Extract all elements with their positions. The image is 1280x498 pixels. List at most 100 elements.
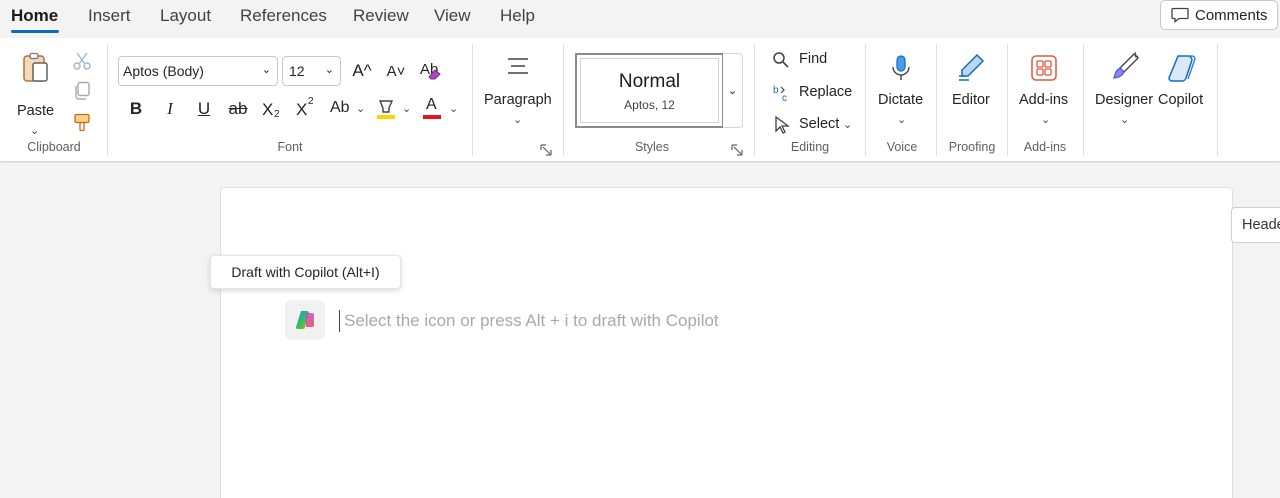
add-ins-button[interactable]: Add-ins ⌄ [1014,50,1076,132]
strikethrough-button[interactable]: ab [225,96,251,122]
subscript-button[interactable]: X 2 [260,96,286,122]
bold-button[interactable]: B [124,96,148,122]
header-side-tab[interactable]: Heade [1231,207,1280,243]
separator [107,44,108,156]
separator [754,44,755,156]
superscript-letter: X [296,100,308,119]
add-ins-group-label: Add-ins [1023,140,1067,154]
font-name-dropdown[interactable]: Aptos (Body) ⌄ [118,56,278,86]
editing-group-label: Editing [790,140,830,154]
paste-icon [23,52,48,82]
tab-layout[interactable]: Layout [160,6,211,26]
svg-text:b: b [773,85,779,96]
change-case-button[interactable]: Ab ⌄ [328,96,368,122]
superscript-mark: 2 [308,96,314,107]
editor-pen-icon [959,53,985,81]
replace-label: Replace [799,84,853,100]
tab-references[interactable]: References [240,6,327,26]
font-size-value: 12 [289,63,305,79]
tab-review[interactable]: Review [353,6,409,26]
grow-font-button[interactable]: A^ [348,58,376,84]
chevron-down-icon: ⌄ [356,103,366,115]
tab-view[interactable]: View [434,6,471,26]
font-name-value: Aptos (Body) [123,63,204,79]
find-label: Find [799,51,828,67]
comments-button[interactable]: Comments [1160,0,1278,30]
microphone-icon [892,55,910,80]
chevron-down-icon: ⌄ [897,114,907,126]
proofing-group-label: Proofing [948,140,996,154]
styles-group-label: Styles [634,140,670,154]
chevron-down-icon: ⌄ [1041,114,1051,126]
separator [936,44,937,156]
separator [563,44,564,156]
styles-dialog-launcher-icon[interactable] [731,144,743,156]
tab-insert[interactable]: Insert [88,6,131,26]
ribbon: Paste ⌄ Clipboard Aptos (Body) ⌄ 12 ⌄ A^ [0,38,1280,162]
separator [1217,44,1218,156]
draft-with-copilot-button[interactable] [285,300,325,340]
font-color-letter: A [426,96,437,113]
comment-icon [1171,7,1189,23]
format-painter-icon[interactable] [73,113,91,133]
select-button[interactable]: Select ⌄ [770,113,860,137]
paste-label: Paste [17,103,55,119]
separator [865,44,866,156]
cursor-arrow-icon [775,116,790,134]
chevron-down-icon: ⌄ [324,64,334,76]
designer-label: Designer [1095,92,1154,108]
italic-button[interactable]: I [158,96,182,122]
editor-button[interactable]: Editor [946,50,998,120]
chevron-down-icon: ⌄ [1120,114,1130,126]
paste-button[interactable]: Paste ⌄ [16,50,55,137]
style-name: Normal [618,71,681,92]
underline-button[interactable]: U [192,96,216,122]
shrink-font-button[interactable]: A˅ [382,58,410,84]
dictate-button[interactable]: Dictate ⌄ [873,50,929,132]
copilot-label: Copilot [1158,92,1204,108]
paste-chevron-down-icon: ⌄ [30,125,40,137]
designer-brush-icon [1113,52,1139,79]
eraser-icon [428,69,441,80]
replace-button[interactable]: b c Replace [770,81,860,105]
cut-icon[interactable] [72,51,92,71]
paragraph-button[interactable]: Paragraph ⌄ [480,52,556,132]
clipboard-group-label: Clipboard [27,140,81,154]
copilot-tooltip: Draft with Copilot (Alt+I) [210,255,401,289]
select-label: Select [799,116,840,132]
separator [472,44,473,156]
copy-icon[interactable] [73,81,91,101]
styles-gallery-more-button[interactable]: ⌄ [723,53,743,128]
font-size-dropdown[interactable]: 12 ⌄ [282,56,341,86]
copilot-button[interactable]: Copilot [1156,50,1210,120]
chevron-down-icon: ⌄ [449,103,459,115]
clear-formatting-button[interactable]: Ab [416,58,444,84]
voice-group-label: Voice [886,140,918,154]
separator [1083,44,1084,156]
superscript-button[interactable]: X 2 [294,96,320,122]
chevron-down-icon: ⌄ [402,103,412,115]
find-button[interactable]: Find [770,48,860,72]
paragraph-label: Paragraph [484,92,552,108]
document-page[interactable] [220,187,1233,498]
search-icon [773,52,789,68]
paragraph-dialog-launcher-icon[interactable] [540,144,552,156]
style-detail: Aptos, 12 [624,98,675,112]
svg-text:c: c [782,93,787,103]
menu-bar: Home Insert Layout References Review Vie… [0,0,1280,36]
designer-button[interactable]: Designer ⌄ [1092,50,1158,132]
font-color-button[interactable]: A ⌄ [421,96,461,122]
chevron-down-icon: ⌄ [513,114,523,126]
style-normal[interactable]: Normal Aptos, 12 [575,53,724,128]
change-case-letters: Ab [330,99,350,116]
text-cursor [339,310,340,332]
tab-home[interactable]: Home [11,6,58,26]
tab-help[interactable]: Help [500,6,535,26]
add-ins-grid-icon [1031,55,1057,81]
comments-label: Comments [1195,6,1268,24]
paragraph-icon [508,58,528,74]
font-group-label: Font [277,140,303,154]
highlight-color-button[interactable]: ⌄ [374,96,414,122]
document-canvas: Heade Draft with Copilot (Alt+I) Select … [0,163,1280,498]
copilot-placeholder-text[interactable]: Select the icon or press Alt + i to draf… [344,311,719,331]
